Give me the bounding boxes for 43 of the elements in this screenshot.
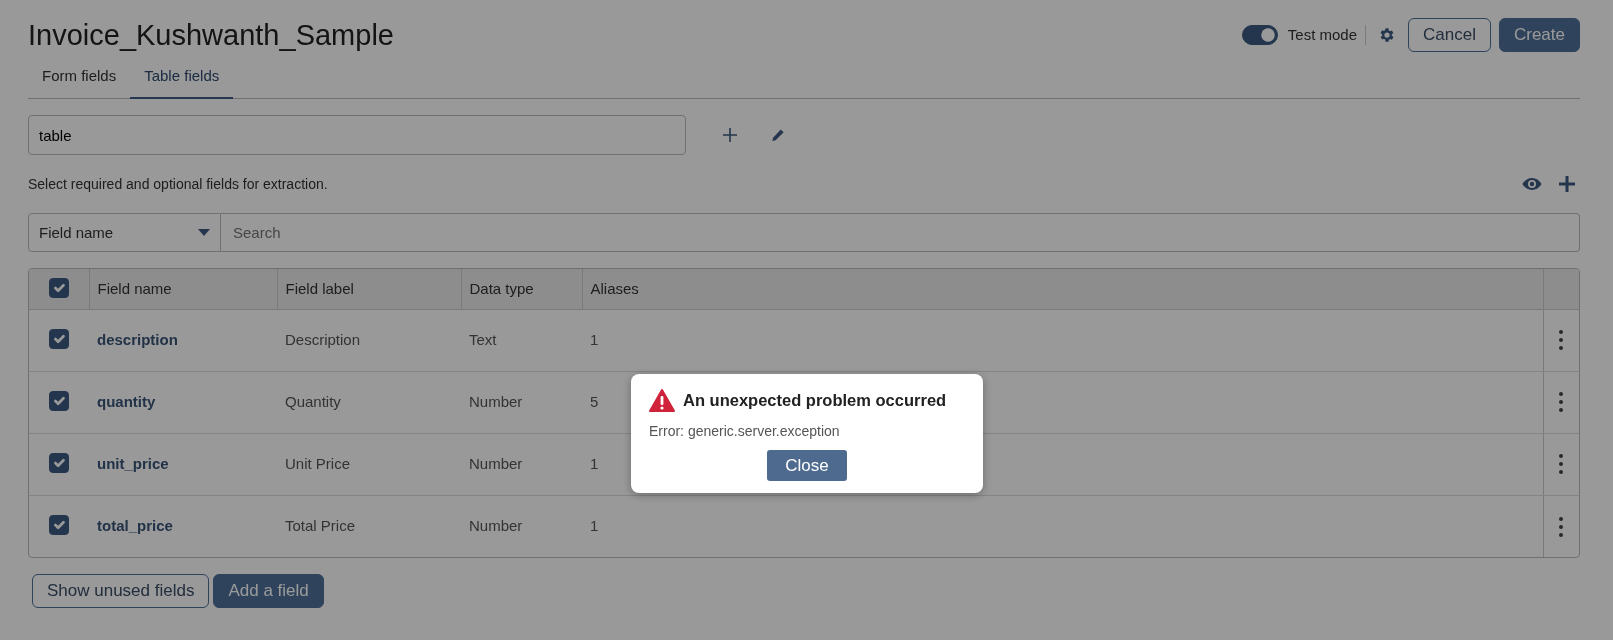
tab[interactable]: Table fields bbox=[130, 56, 234, 100]
table-cell: 1 bbox=[590, 331, 599, 349]
field-name: unit_price bbox=[97, 455, 169, 473]
tab[interactable]: Form fields bbox=[28, 56, 131, 100]
hint-text: Select required and optional fields for extraction. bbox=[28, 174, 328, 194]
column-header: Field name bbox=[89, 269, 277, 310]
test-mode-toggle[interactable] bbox=[1242, 24, 1279, 45]
cancel-button[interactable]: Cancel bbox=[1408, 18, 1491, 52]
dialog-title: An unexpected problem occurred bbox=[683, 390, 947, 411]
show-unused-button[interactable]: Show unused fields bbox=[32, 574, 210, 608]
table-cell: Number bbox=[469, 517, 523, 535]
table-cell: 1 bbox=[590, 517, 599, 535]
error-message: Error: generic.server.exception bbox=[649, 421, 841, 441]
table-cell: Number bbox=[469, 455, 523, 473]
table-cell: Description bbox=[285, 331, 361, 349]
checkbox[interactable] bbox=[49, 515, 69, 536]
column-header: Aliases bbox=[582, 269, 1543, 310]
column-header: Field label bbox=[277, 269, 461, 310]
search-field[interactable]: Search bbox=[221, 213, 1580, 253]
field-select[interactable]: Field name bbox=[28, 213, 221, 253]
create-button[interactable]: Create bbox=[1498, 18, 1580, 52]
table-cell: 5 bbox=[590, 393, 599, 411]
caret-icon bbox=[198, 229, 210, 237]
table-name-field[interactable]: table bbox=[28, 115, 686, 156]
table-cell: Unit Price bbox=[285, 455, 351, 473]
close-button[interactable]: Close bbox=[767, 449, 847, 482]
field-name: total_price bbox=[97, 517, 173, 535]
column-header: Data type bbox=[461, 269, 582, 310]
table-cell: Quantity bbox=[285, 393, 341, 411]
table-cell: 1 bbox=[590, 455, 599, 473]
field-name: quantity bbox=[97, 393, 156, 411]
page-title: Invoice_Kushwanth_Sample bbox=[28, 18, 394, 53]
table-cell: Total Price bbox=[285, 517, 356, 535]
checkbox[interactable] bbox=[48, 277, 69, 298]
toggle-label: Test mode bbox=[1287, 24, 1358, 45]
add-field-button[interactable]: Add a field bbox=[213, 574, 324, 608]
table-cell: Text bbox=[469, 331, 497, 349]
field-name: description bbox=[97, 331, 178, 349]
checkbox[interactable] bbox=[49, 391, 69, 412]
warning-icon bbox=[649, 388, 675, 412]
checkbox[interactable] bbox=[49, 329, 69, 350]
checkbox[interactable] bbox=[49, 453, 69, 474]
table-cell: Number bbox=[469, 393, 523, 411]
